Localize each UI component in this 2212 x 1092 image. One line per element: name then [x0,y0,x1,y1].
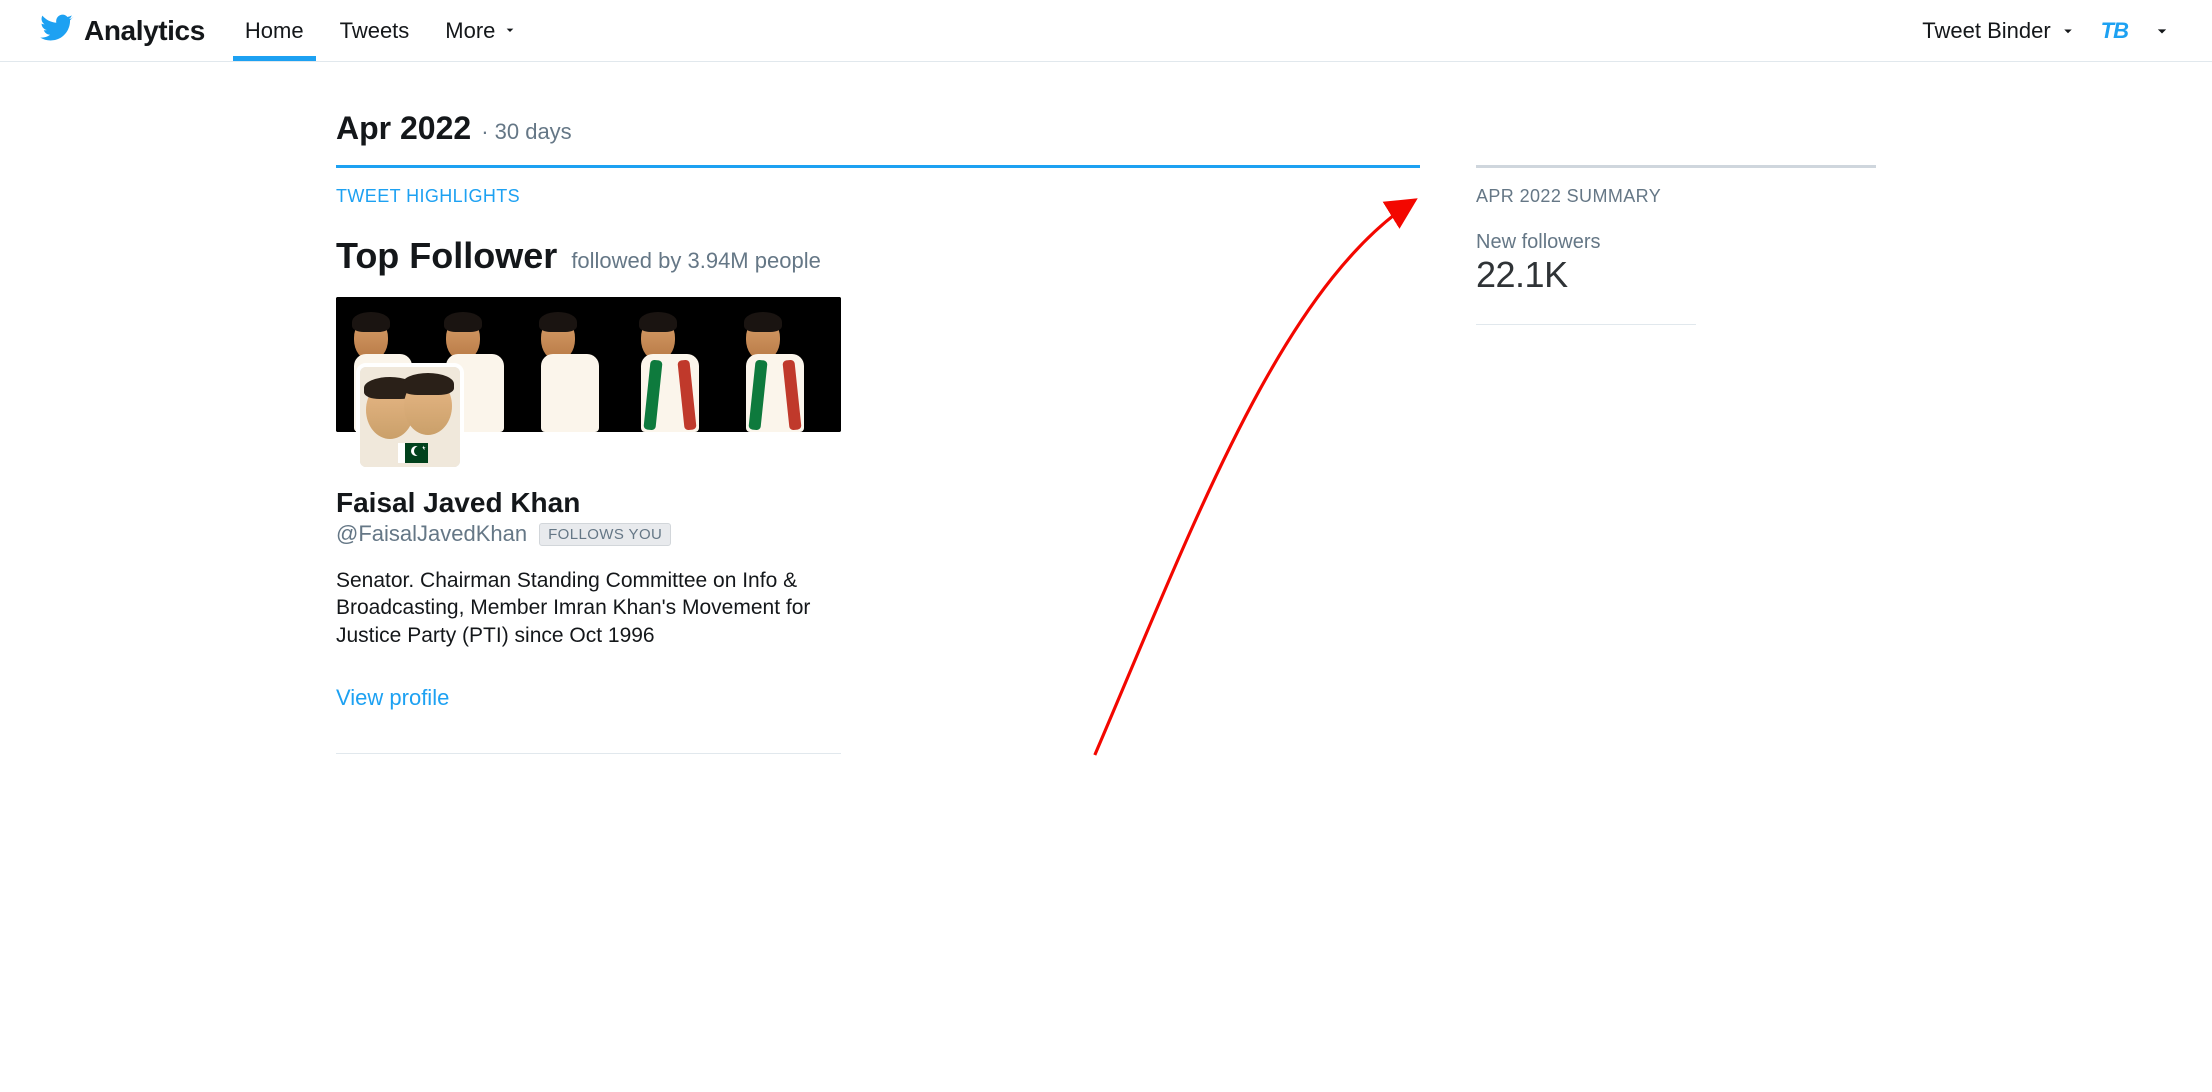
twitter-logo-icon [40,11,74,50]
top-follower-subtitle: followed by 3.94M people [571,248,821,274]
nav-tab-tweets[interactable]: Tweets [336,2,414,60]
period-title: Apr 2022 [336,110,471,147]
profile-name-row: Faisal Javed Khan @FaisalJavedKhan FOLLO… [336,487,856,547]
view-profile-link[interactable]: View profile [336,685,449,711]
pakistan-flag-icon: ★ [398,443,428,463]
nav-tab-more[interactable]: More [441,2,521,60]
summary-divider [1476,324,1696,325]
top-follower-card: ★ Faisal Javed Khan @FaisalJavedKhan FOL… [336,297,856,754]
section-rule-grey [1476,165,1876,168]
profile-name[interactable]: Faisal Javed Khan [336,487,856,519]
nav-right: Tweet Binder TB [1922,18,2172,44]
nav-left: Analytics Home Tweets More [40,2,522,60]
new-followers-metric: New followers 22.1K [1476,231,1876,325]
chevron-down-icon [2059,22,2077,40]
chevron-down-icon [502,22,518,38]
main-column: TWEET HIGHLIGHTS Top Follower followed b… [336,165,1420,754]
summary-column: APR 2022 SUMMARY New followers 22.1K [1476,165,1876,754]
metric-value: 22.1K [1476,254,1876,296]
account-switcher[interactable]: Tweet Binder [1922,18,2076,44]
profile-handle[interactable]: @FaisalJavedKhan [336,521,527,547]
navbar: Analytics Home Tweets More Tweet Binder … [0,0,2212,62]
brand[interactable]: Analytics [40,11,205,50]
chevron-down-icon[interactable] [2152,21,2172,41]
profile-handle-row: @FaisalJavedKhan FOLLOWS YOU [336,521,856,547]
period-header: Apr 2022 · 30 days [336,110,1876,165]
profile-banner[interactable]: ★ [336,297,841,471]
top-follower-title: Top Follower [336,235,557,277]
nav-tab-home[interactable]: Home [241,2,308,60]
section-rule-blue [336,165,1420,168]
content-columns: TWEET HIGHLIGHTS Top Follower followed b… [336,165,1876,754]
period-subtitle: · 30 days [481,119,572,145]
tweetbinder-logo-icon[interactable]: TB [2101,18,2128,44]
account-name: Tweet Binder [1922,18,2050,44]
nav-tabs: Home Tweets More [241,2,522,60]
card-divider [336,753,841,754]
nav-more-label: More [445,18,495,43]
follows-you-badge: FOLLOWS YOU [539,523,671,546]
summary-label: APR 2022 SUMMARY [1476,186,1876,207]
tweet-highlights-label: TWEET HIGHLIGHTS [336,186,1420,207]
page-container: Apr 2022 · 30 days TWEET HIGHLIGHTS Top … [336,62,1876,754]
brand-title: Analytics [84,15,205,47]
metric-label: New followers [1476,231,1876,254]
profile-bio: Senator. Chairman Standing Committee on … [336,567,846,649]
profile-avatar[interactable]: ★ [356,363,464,471]
top-follower-heading: Top Follower followed by 3.94M people [336,235,1420,277]
